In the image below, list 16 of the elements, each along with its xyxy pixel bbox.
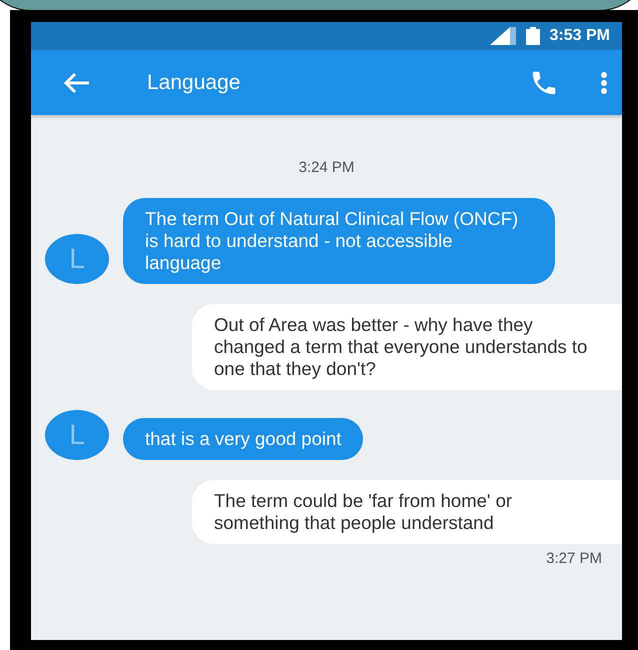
incoming-message: The term Out of Natural Clinical Flow (ONCF) is hard to understand - not accessible language	[123, 198, 555, 284]
battery-icon	[526, 27, 540, 45]
avatar: L	[45, 234, 109, 284]
signal-icon	[490, 27, 516, 45]
status-time: 3:53 PM	[550, 27, 610, 45]
more-button[interactable]	[600, 72, 608, 94]
chat-title: Language	[147, 70, 242, 94]
outgoing-message: Out of Area was better - why have they changed a term that everyone understands to one that they don't?	[192, 304, 622, 390]
incoming-message: that is a very good point	[123, 418, 364, 460]
back-arrow-icon	[63, 72, 91, 94]
timestamp: 3:27 PM	[546, 550, 602, 567]
back-button[interactable]	[63, 72, 91, 94]
avatar: L	[45, 410, 109, 460]
outgoing-message: The term could be 'far from home' or something that people understand	[192, 480, 622, 544]
more-icon	[600, 72, 608, 94]
timestamp: 3:24 PM	[298, 159, 354, 176]
